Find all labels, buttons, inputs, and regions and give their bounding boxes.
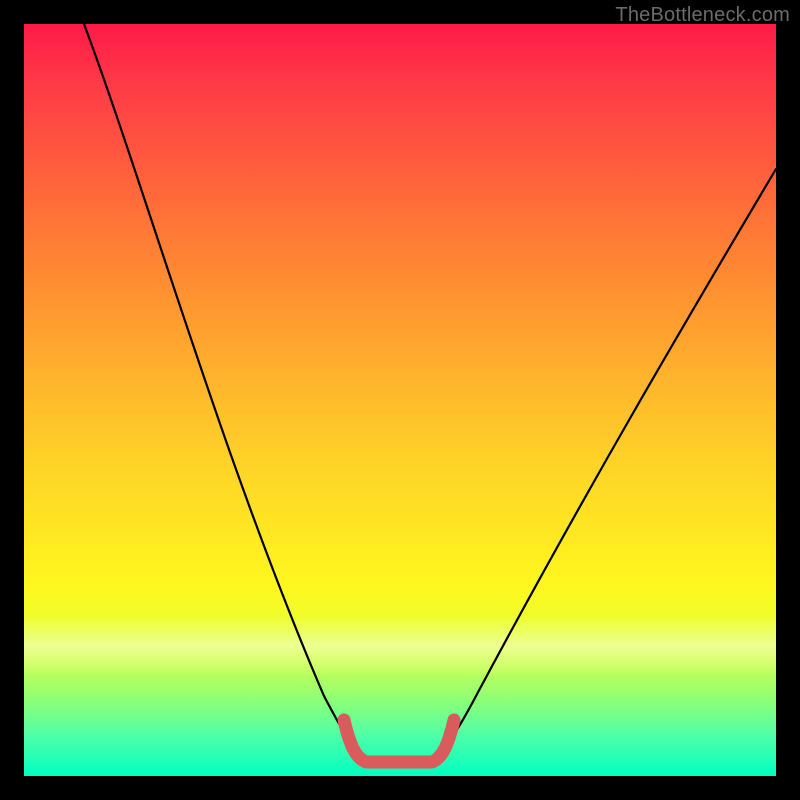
chart-plot-area bbox=[24, 24, 776, 776]
chart-frame: TheBottleneck.com bbox=[0, 0, 800, 800]
bottleneck-curve-path bbox=[84, 24, 776, 762]
optimal-range-bracket bbox=[344, 720, 454, 762]
chart-svg bbox=[24, 24, 776, 776]
watermark-text: TheBottleneck.com bbox=[615, 4, 790, 27]
